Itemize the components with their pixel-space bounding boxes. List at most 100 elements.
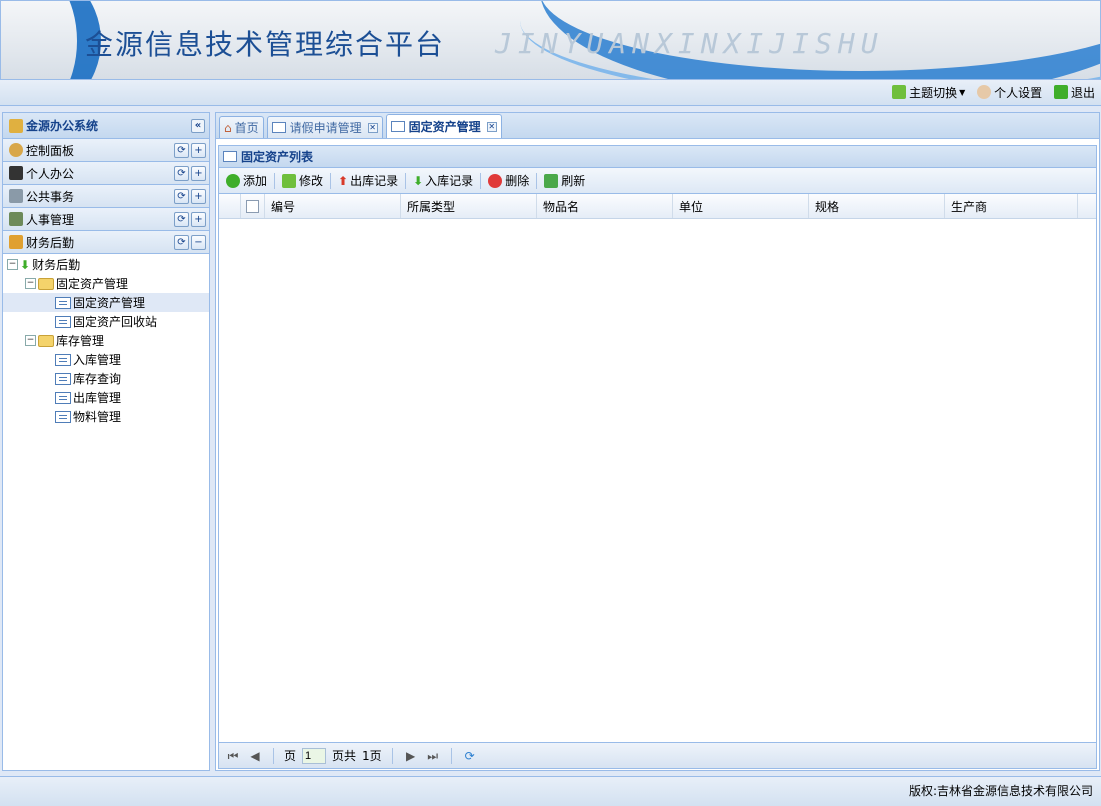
column-header[interactable]: 编号 [265,194,401,218]
next-page-icon[interactable]: ▶ [403,748,419,764]
column-header[interactable]: 物品名 [537,194,673,218]
chevron-down-icon: ▼ [959,87,966,97]
personal-settings-button[interactable]: 个人设置 [977,80,1042,104]
stock-out-records-button[interactable]: ⬆ 出库记录 [335,170,401,192]
refresh-icon[interactable]: ⟳ [174,211,189,227]
close-icon[interactable]: ✕ [367,122,378,133]
accordion-control-panel[interactable]: 控制面板 ⟳ + [3,139,209,162]
expand-icon[interactable]: + [191,211,206,227]
refresh-icon [544,173,559,188]
accordion-label: 个人办公 [26,166,75,181]
pager-separator [273,747,274,764]
gear-icon [9,143,23,157]
refresh-button[interactable]: 刷新 [541,170,588,192]
page-icon [55,372,71,385]
column-header[interactable]: 规格 [809,194,945,218]
toolbar-separator [405,172,407,189]
tree-leaf-materials[interactable]: 物料管理 [3,407,209,426]
close-icon[interactable]: ✕ [486,121,497,132]
page-number-input[interactable] [302,747,327,764]
expand-icon[interactable]: + [191,188,206,204]
money-icon [9,235,23,249]
collapse-icon[interactable]: − [191,234,206,250]
accordion-finance[interactable]: 财务后勤 ⟳ − [3,231,209,254]
toolbar-separator [536,172,538,189]
home-icon: ⌂ [224,120,232,135]
tree-leaf-fixed-asset-mgmt[interactable]: 固定资产管理 [3,293,209,312]
page-icon [55,296,71,309]
accordion-public-affairs[interactable]: 公共事务 ⟳ + [3,185,209,208]
pencil-icon [9,118,23,133]
tab-leave-requests[interactable]: 请假申请管理 ✕ [266,116,383,138]
tree-node-finance[interactable]: − ⬇ 财务后勤 [3,255,209,274]
expand-icon[interactable]: + [191,142,206,158]
refresh-icon[interactable]: ⟳ [174,234,189,250]
folder-icon [38,277,54,290]
pager-separator [450,747,452,764]
accordion-label: 财务后勤 [26,235,75,250]
delete-label: 删除 [505,174,530,188]
puzzle-icon [892,85,907,99]
plus-circle-icon [226,173,240,188]
tree-node-label: 入库管理 [73,353,122,367]
tree-toggle-icon[interactable]: − [25,278,36,289]
column-header[interactable]: 所属类型 [401,194,537,218]
minus-circle-icon [488,173,503,188]
select-all-checkbox[interactable] [246,199,259,213]
page-icon [55,391,71,404]
tree-leaf-stock-in[interactable]: 入库管理 [3,350,209,369]
collapse-panel-button[interactable]: « [191,118,205,133]
personal-settings-label: 个人设置 [994,85,1043,100]
add-label: 添加 [243,174,268,188]
grid-title-bar: 固定资产列表 [219,146,1096,168]
add-button[interactable]: 添加 [223,170,270,192]
arrow-down-icon: ⬇ [20,257,31,272]
tab-home[interactable]: ⌂ 首页 [219,116,264,138]
first-page-icon[interactable]: ⏮ [225,748,241,764]
prev-page-icon[interactable]: ◀ [247,748,263,764]
tree-node-inventory[interactable]: − 库存管理 [3,331,209,350]
tree-toggle-icon[interactable]: − [7,259,18,270]
page-icon [55,410,71,423]
tree-node-label: 出库管理 [73,391,122,405]
accordion-hr[interactable]: 人事管理 ⟳ + [3,208,209,231]
top-bar: 主题切换 ▼ 个人设置 退出 [0,80,1101,106]
page-label: 页 [284,749,297,763]
tab-label: 固定资产管理 [408,120,481,134]
refresh-icon[interactable]: ⟳ [174,142,189,158]
column-header[interactable]: 单位 [673,194,809,218]
stock-in-records-button[interactable]: ⬇ 入库记录 [410,170,476,192]
tree-leaf-stock-out[interactable]: 出库管理 [3,388,209,407]
tree-node-label: 财务后勤 [32,258,81,272]
page-icon [55,315,71,328]
logout-button[interactable]: 退出 [1053,80,1095,104]
puzzle-icon [282,173,297,188]
tree-node-label: 库存查询 [73,372,122,386]
tab-strip: ⌂ 首页 请假申请管理 ✕ 固定资产管理 ✕ [216,113,1099,139]
user-icon [977,85,992,99]
accordion-personal-office[interactable]: 个人办公 ⟳ + [3,162,209,185]
theme-switch-button[interactable]: 主题切换 ▼ [892,80,965,104]
tree-node-fixed-assets[interactable]: − 固定资产管理 [3,274,209,293]
refresh-icon[interactable]: ⟳ [174,188,189,204]
column-header[interactable]: 生产商 [945,194,1078,218]
document-edit-icon [9,189,23,203]
tab-fixed-assets[interactable]: 固定资产管理 ✕ [385,114,502,138]
tree-leaf-fixed-asset-recycle[interactable]: 固定资产回收站 [3,312,209,331]
last-page-icon[interactable]: ⏭ [425,748,441,764]
grid-body [219,219,1096,742]
flag-icon [9,166,23,180]
tree-node-label: 固定资产管理 [73,296,146,310]
tree-leaf-stock-query[interactable]: 库存查询 [3,369,209,388]
refresh-icon[interactable]: ⟳ [462,748,478,764]
tab-label: 首页 [234,121,259,135]
tree-toggle-icon[interactable]: − [25,335,36,346]
edit-button[interactable]: 修改 [279,170,326,192]
nav-tree: − ⬇ 财务后勤 − 固定资产管理 固定资产管理 固定资产回收站 − 库存管理 … [3,254,209,426]
tree-node-label: 固定资产回收站 [73,315,158,329]
expand-icon[interactable]: + [191,165,206,181]
refresh-icon[interactable]: ⟳ [174,165,189,181]
accordion-label: 控制面板 [26,143,75,158]
stock-out-label: 出库记录 [350,174,399,188]
delete-button[interactable]: 删除 [485,170,532,192]
